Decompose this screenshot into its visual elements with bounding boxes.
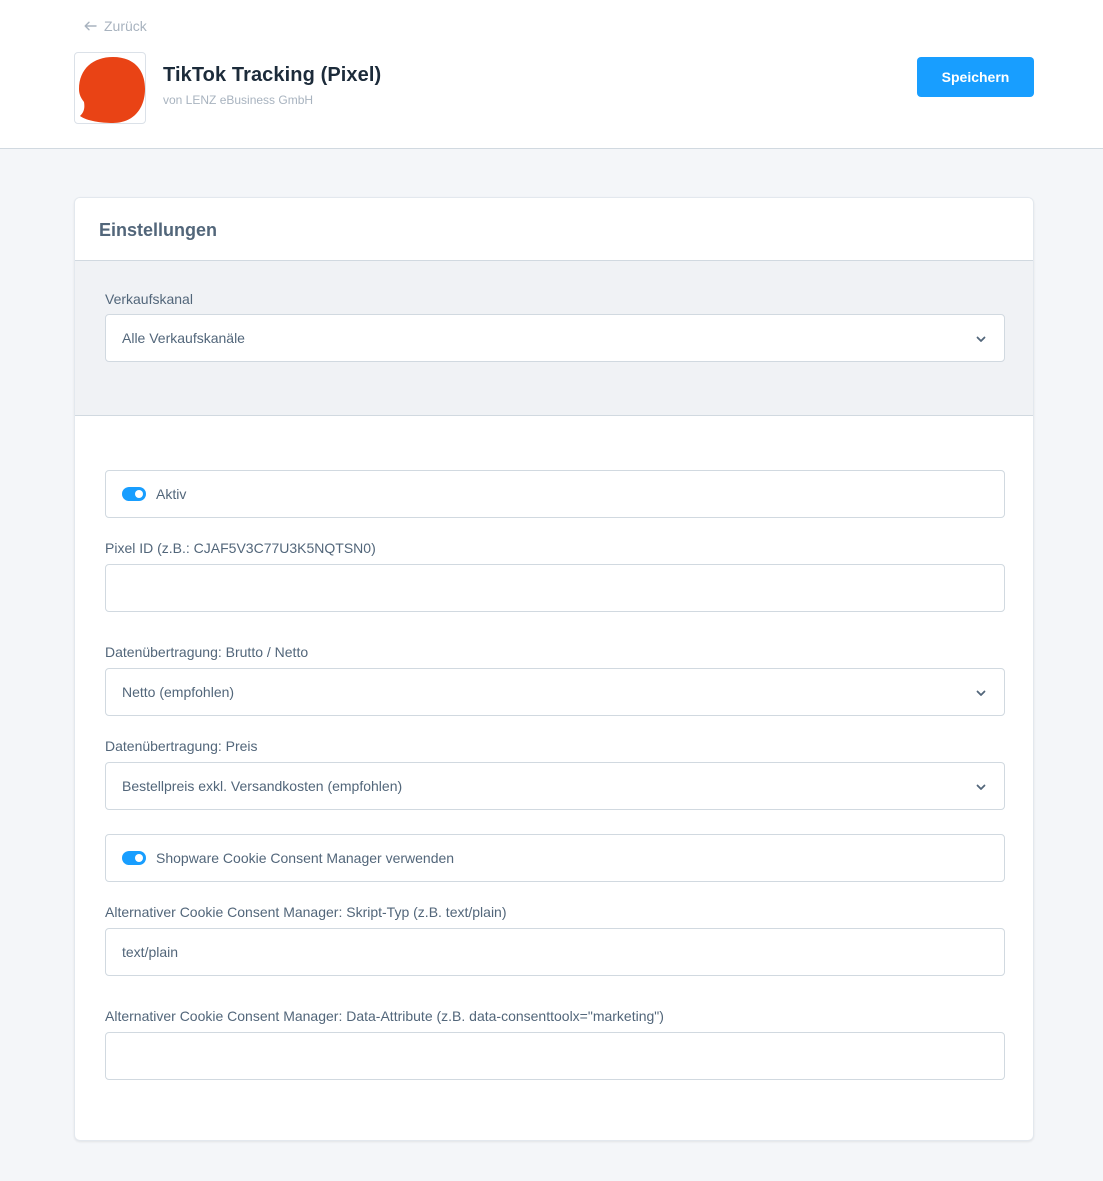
settings-card: Einstellungen Verkaufskanal Alle Verkauf… [74,197,1034,1141]
price-select[interactable]: Bestellpreis exkl. Versandkosten (empfoh… [105,762,1005,810]
cookie-consent-switch[interactable] [122,851,146,865]
active-switch[interactable] [122,487,146,501]
sales-channel-label: Verkaufskanal [105,291,193,307]
price-value: Bestellpreis exkl. Versandkosten (empfoh… [122,778,403,794]
plugin-title: TikTok Tracking (Pixel) [163,64,382,86]
pixel-id-label: Pixel ID (z.B.: CJAF5V3C77U3K5NQTSN0) [105,540,376,556]
sales-channel-select[interactable]: Alle Verkaufskanäle [105,314,1005,362]
data-attribute-input[interactable] [105,1032,1005,1080]
pixel-id-input[interactable] [105,564,1005,612]
script-type-label: Alternativer Cookie Consent Manager: Skr… [105,904,507,920]
data-attribute-label: Alternativer Cookie Consent Manager: Dat… [105,1008,664,1024]
price-label: Datenübertragung: Preis [105,738,258,754]
cookie-consent-label: Shopware Cookie Consent Manager verwende… [156,850,455,866]
back-link[interactable]: Zurück [84,17,147,35]
card-header: Einstellungen [75,198,1033,261]
plugin-logo [74,52,146,124]
save-button[interactable]: Speichern [917,57,1034,97]
chevron-down-icon [976,690,986,696]
sales-channel-section: Verkaufskanal Alle Verkaufskanäle [75,261,1033,416]
back-label: Zurück [104,18,147,34]
page-header: Zurück TikTok Tracking (Pixel) von LENZ … [0,0,1103,149]
script-type-value: text/plain [122,944,179,960]
cookie-consent-toggle-row[interactable]: Shopware Cookie Consent Manager verwende… [105,834,1005,882]
plugin-vendor: von LENZ eBusiness GmbH [163,93,314,107]
orange-speech-bubble-logo-icon [79,57,145,123]
card-title: Einstellungen [99,220,218,240]
arrow-left-icon [84,21,97,31]
gross-net-value: Netto (empfohlen) [122,684,235,700]
chevron-down-icon [976,336,986,342]
active-label: Aktiv [156,486,187,502]
gross-net-label: Datenübertragung: Brutto / Netto [105,644,309,660]
chevron-down-icon [976,784,986,790]
gross-net-select[interactable]: Netto (empfohlen) [105,668,1005,716]
sales-channel-value: Alle Verkaufskanäle [122,330,245,346]
active-toggle-row[interactable]: Aktiv [105,470,1005,518]
script-type-input[interactable]: text/plain [105,928,1005,976]
